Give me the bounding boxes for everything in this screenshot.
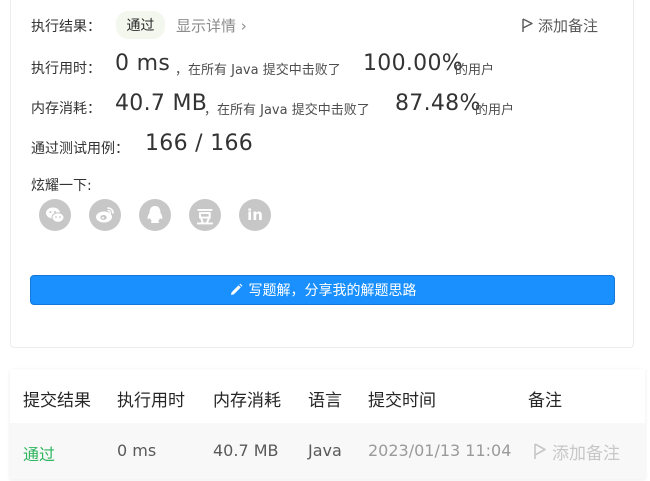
header-language: 语言 — [308, 391, 342, 411]
wechat-icon — [46, 207, 65, 223]
header-note: 备注 — [528, 391, 562, 411]
memory-value: 40.7 MB — [115, 91, 208, 116]
row-runtime: 0 ms — [117, 441, 157, 460]
pencil-icon — [230, 283, 242, 295]
show-details-link[interactable]: 显示详情 › — [176, 15, 247, 36]
runtime-value: 0 ms — [115, 51, 171, 76]
runtime-suffix: 的用户 — [455, 63, 495, 78]
share-weibo-button[interactable] — [89, 199, 121, 231]
runtime-beat-text: ，在所有 Java 提交中击败了 — [175, 63, 341, 78]
header-memory: 内存消耗 — [213, 391, 281, 411]
result-label: 执行结果： — [31, 19, 101, 35]
tests-label: 通过测试用例： — [31, 141, 129, 157]
row-add-note-button[interactable]: 添加备注 — [533, 439, 620, 464]
linkedin-icon: in — [247, 206, 263, 224]
write-solution-button[interactable]: 写题解，分享我的解题思路 — [30, 275, 615, 305]
chevron-right-icon: › — [236, 17, 247, 35]
flag-icon — [534, 443, 546, 459]
runtime-percent: 100.00% — [363, 51, 463, 76]
weibo-icon — [96, 207, 114, 223]
row-time: 2023/01/13 11:04 — [368, 441, 512, 460]
row-language: Java — [308, 441, 342, 460]
memory-beat-text: ，在所有 Java 提交中击败了 — [204, 103, 370, 118]
memory-label: 内存消耗： — [31, 101, 101, 117]
qq-icon — [147, 206, 163, 223]
show-details-label: 显示详情 — [176, 17, 237, 35]
add-note-button[interactable]: 添加备注 — [521, 15, 598, 36]
header-result: 提交结果 — [23, 391, 91, 411]
table-header: 提交结果 执行用时 内存消耗 语言 提交时间 备注 — [10, 369, 645, 423]
share-wechat-button[interactable] — [39, 199, 71, 231]
header-time: 提交时间 — [368, 391, 436, 411]
status-badge: 通过 — [116, 11, 165, 39]
share-label: 炫耀一下: — [31, 178, 92, 194]
share-douban-button[interactable]: 豆 — [189, 199, 221, 231]
memory-suffix: 的用户 — [475, 103, 515, 118]
runtime-label: 执行用时： — [31, 61, 101, 77]
douban-icon: 豆 — [196, 207, 214, 228]
share-buttons: 豆 in — [39, 199, 271, 231]
memory-percent: 87.48% — [395, 91, 481, 116]
header-runtime: 执行用时 — [117, 391, 185, 411]
row-memory: 40.7 MB — [213, 441, 279, 460]
write-solution-label: 写题解，分享我的解题思路 — [248, 283, 417, 299]
row-add-note-label: 添加备注 — [552, 444, 620, 464]
row-result-link[interactable]: 通过 — [23, 441, 55, 465]
share-linkedin-button[interactable]: in — [239, 199, 271, 231]
tests-value: 166 / 166 — [145, 131, 254, 156]
flag-icon — [522, 18, 533, 32]
table-row: 通过 0 ms 40.7 MB Java 2023/01/13 11:04 添加… — [10, 423, 645, 479]
add-note-label: 添加备注 — [538, 17, 599, 35]
submissions-table: 提交结果 执行用时 内存消耗 语言 提交时间 备注 通过 0 ms 40.7 M… — [10, 369, 645, 479]
share-qq-button[interactable] — [139, 199, 171, 231]
